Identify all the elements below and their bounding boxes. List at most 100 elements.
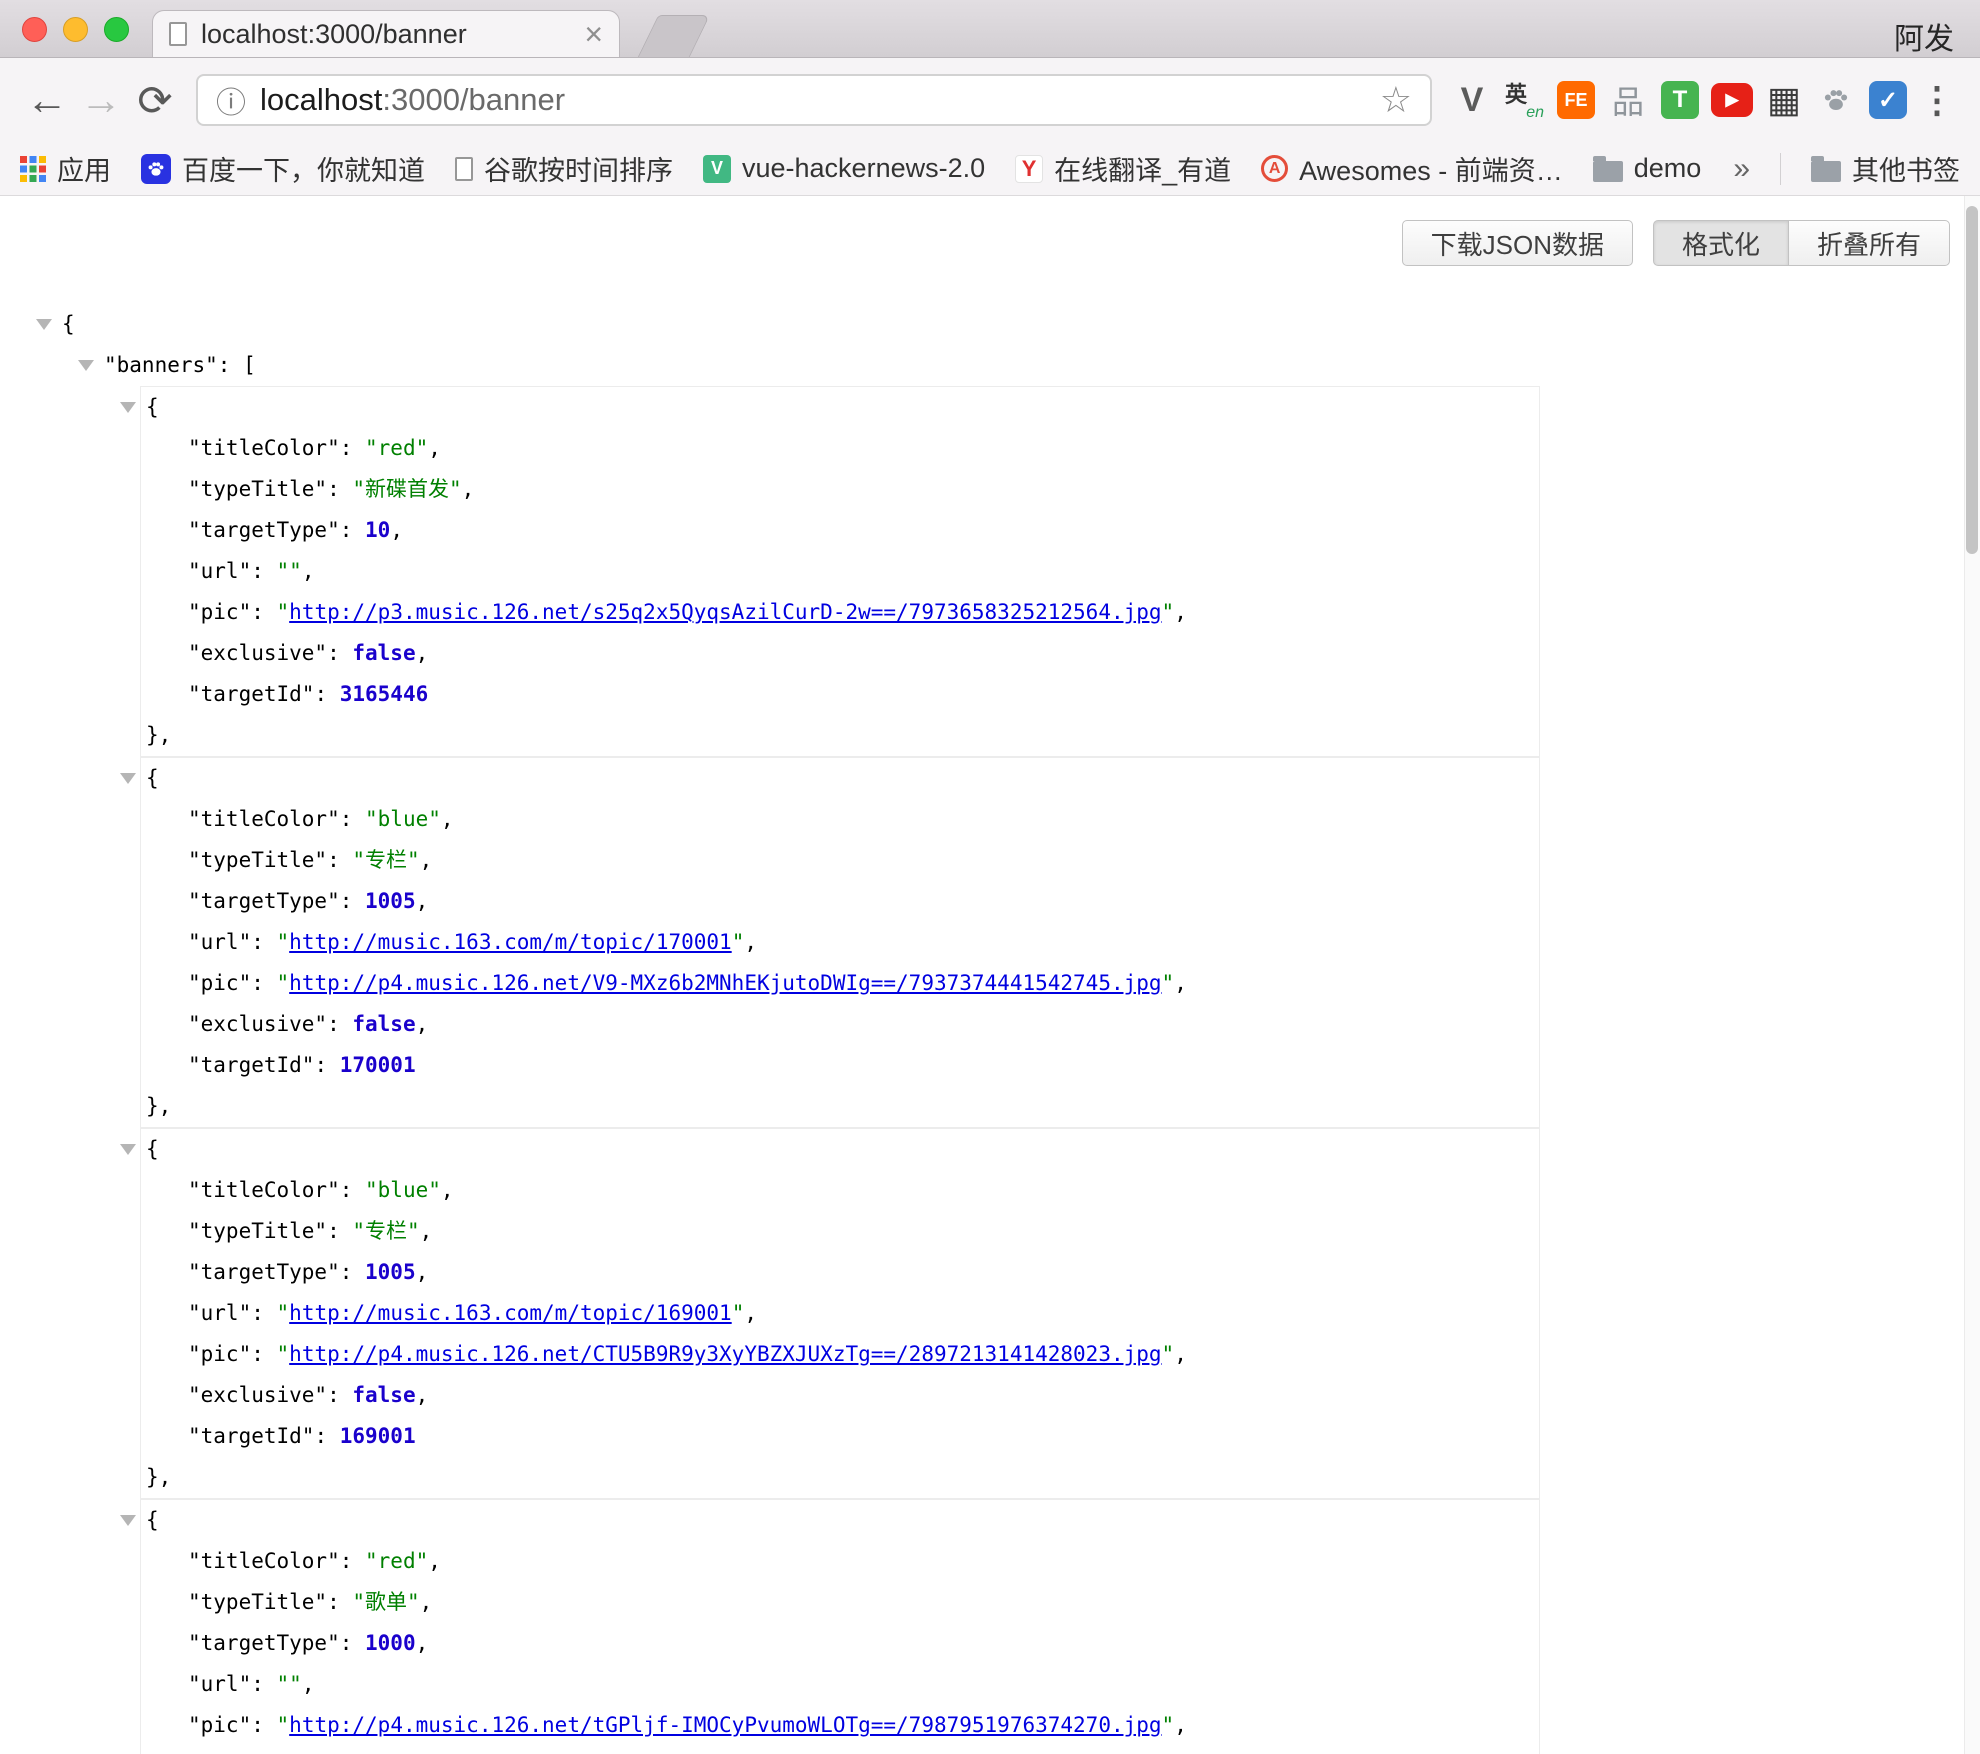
folder-icon: [1593, 161, 1623, 182]
json-url-link[interactable]: http://music.163.com/m/topic/170001: [289, 930, 732, 954]
bookmark-google-sort[interactable]: 谷歌按时间排序: [455, 149, 673, 188]
qrcode-extension-icon[interactable]: ▦: [1758, 74, 1810, 126]
json-line: "targetType": 1005,: [141, 881, 1539, 922]
maximize-window-button[interactable]: [104, 17, 129, 42]
json-line: "url": "",: [141, 551, 1539, 592]
json-line: "targetType": 1000,: [141, 1623, 1539, 1664]
json-line: "url": "",: [141, 1664, 1539, 1705]
json-line: "pic": "http://p4.music.126.net/CTU5B9R9…: [141, 1334, 1539, 1375]
security-shield-extension-icon[interactable]: ✓: [1862, 74, 1914, 126]
collapse-toggle-icon[interactable]: [78, 360, 94, 371]
tab-close-icon[interactable]: ×: [584, 18, 603, 50]
json-object-block: {"titleColor": "red","typeTitle": "歌单","…: [140, 1499, 1540, 1754]
close-window-button[interactable]: [22, 17, 47, 42]
collapse-all-button[interactable]: 折叠所有: [1788, 220, 1950, 266]
json-line: },: [141, 715, 1539, 756]
json-url-link[interactable]: http://p4.music.126.net/CTU5B9R9y3XyYBZX…: [289, 1342, 1161, 1366]
json-line: "banners": [: [0, 345, 1980, 386]
bookmark-youdao[interactable]: Y 在线翻译_有道: [1015, 149, 1231, 188]
forward-icon[interactable]: →: [74, 73, 128, 127]
json-line: "typeTitle": "新碟首发",: [141, 469, 1539, 510]
chrome-menu-icon[interactable]: ⋮: [1914, 79, 1960, 121]
url-host: localhost: [260, 82, 382, 118]
json-line: "targetId": 3165446: [141, 674, 1539, 715]
collapse-toggle-icon[interactable]: [120, 1515, 136, 1526]
json-line: },: [141, 1457, 1539, 1498]
vue-favicon: V: [703, 155, 731, 183]
json-url-link[interactable]: http://music.163.com/m/topic/169001: [289, 1301, 732, 1325]
apps-grid-icon: [20, 156, 46, 182]
translate-extension-icon[interactable]: 英 en: [1498, 74, 1550, 126]
bookmark-folder-demo[interactable]: demo: [1593, 153, 1702, 184]
back-icon[interactable]: ←: [20, 73, 74, 127]
bookmark-label: 其他书签: [1852, 149, 1960, 188]
bookmark-label: demo: [1634, 153, 1702, 184]
page-icon: [455, 157, 473, 181]
minimize-window-button[interactable]: [63, 17, 88, 42]
download-json-button[interactable]: 下载JSON数据: [1402, 220, 1633, 266]
titlebar: localhost:3000/banner × 阿发: [0, 0, 1980, 58]
bookmark-label: vue-hackernews-2.0: [742, 153, 985, 184]
json-line: "titleColor": "blue",: [141, 1170, 1539, 1211]
paw-icon: [1821, 85, 1851, 115]
youdao-favicon: Y: [1015, 155, 1043, 183]
bookmarks-overflow-icon[interactable]: »: [1733, 152, 1750, 186]
paw-extension-icon[interactable]: [1810, 74, 1862, 126]
json-url-link[interactable]: http://p4.music.126.net/V9-MXz6b2MNhEKju…: [289, 971, 1161, 995]
json-line: {: [141, 387, 1539, 428]
json-url-link[interactable]: http://p4.music.126.net/tGPljf-IMOCyPvum…: [289, 1713, 1161, 1737]
json-object-block: {"titleColor": "red","typeTitle": "新碟首发"…: [140, 386, 1540, 757]
address-bar[interactable]: ⓘ localhost :3000/banner ☆: [196, 74, 1432, 126]
bookmark-star-icon[interactable]: ☆: [1380, 79, 1412, 121]
fe-extension-icon[interactable]: FE: [1550, 74, 1602, 126]
bookmark-apps[interactable]: 应用: [20, 149, 111, 188]
page-info-icon[interactable]: ⓘ: [216, 78, 246, 122]
json-line: "pic": "http://p4.music.126.net/tGPljf-I…: [141, 1705, 1539, 1746]
json-line: "typeTitle": "歌单",: [141, 1582, 1539, 1623]
json-line: "url": "http://music.163.com/m/topic/169…: [141, 1293, 1539, 1334]
tab-title: localhost:3000/banner: [201, 19, 574, 50]
json-tree: {"banners": [{"titleColor": "red","typeT…: [0, 304, 1980, 1754]
other-bookmarks-folder[interactable]: 其他书签: [1811, 149, 1960, 188]
bookmark-vue-hackernews[interactable]: V vue-hackernews-2.0: [703, 153, 985, 184]
scrollbar-track[interactable]: [1964, 196, 1980, 1754]
format-button[interactable]: 格式化: [1653, 220, 1789, 266]
json-line: "typeTitle": "专栏",: [141, 1211, 1539, 1252]
extension-icons: V 英 en FE 品 T ▶ ▦ ✓ ⋮: [1446, 74, 1960, 126]
chrome-profile-name[interactable]: 阿发: [1894, 14, 1954, 58]
json-viewer-actions: 下载JSON数据 格式化 折叠所有: [0, 196, 1980, 266]
vimium-extension-icon[interactable]: V: [1446, 74, 1498, 126]
tab-favicon-page-icon: [169, 22, 187, 46]
json-url-link[interactable]: http://p3.music.126.net/s25q2x5QyqsAzilC…: [289, 600, 1161, 624]
json-line: "targetType": 1005,: [141, 1252, 1539, 1293]
json-line: {: [0, 304, 1980, 345]
bookmark-label: Awesomes - 前端资…: [1299, 149, 1563, 188]
bookmark-awesomes[interactable]: A Awesomes - 前端资…: [1261, 149, 1563, 188]
json-line: "exclusive": false,: [141, 633, 1539, 674]
bookmark-label: 谷歌按时间排序: [484, 149, 673, 188]
bookmarks-bar: 应用 百度一下，你就知道 谷歌按时间排序 V vue-hackernews-2.…: [0, 142, 1980, 196]
tampermonkey-extension-icon[interactable]: T: [1654, 74, 1706, 126]
json-object-block: {"titleColor": "blue","typeTitle": "专栏",…: [140, 1128, 1540, 1499]
reload-icon[interactable]: ⟳: [128, 73, 182, 127]
collapse-toggle-icon[interactable]: [36, 319, 52, 330]
bookmark-baidu[interactable]: 百度一下，你就知道: [141, 149, 425, 188]
new-tab-button[interactable]: [638, 15, 710, 57]
bookmarks-divider: [1780, 153, 1781, 185]
awesomes-favicon: A: [1261, 155, 1288, 182]
collapse-toggle-icon[interactable]: [120, 402, 136, 413]
collapse-toggle-icon[interactable]: [120, 1144, 136, 1155]
youtube-extension-icon[interactable]: ▶: [1706, 74, 1758, 126]
traffic-lights: [22, 17, 129, 42]
json-line: "url": "http://music.163.com/m/topic/170…: [141, 922, 1539, 963]
sitemap-extension-icon[interactable]: 品: [1602, 74, 1654, 126]
baidu-paw-icon: [141, 154, 171, 184]
json-line: {: [141, 758, 1539, 799]
collapse-toggle-icon[interactable]: [120, 773, 136, 784]
json-line: "pic": "http://p4.music.126.net/V9-MXz6b…: [141, 963, 1539, 1004]
json-line: "titleColor": "red",: [141, 428, 1539, 469]
bookmark-label: 在线翻译_有道: [1054, 149, 1231, 188]
scrollbar-thumb[interactable]: [1966, 206, 1978, 554]
browser-tab[interactable]: localhost:3000/banner ×: [152, 10, 620, 57]
json-line: "targetId": 169001: [141, 1416, 1539, 1457]
